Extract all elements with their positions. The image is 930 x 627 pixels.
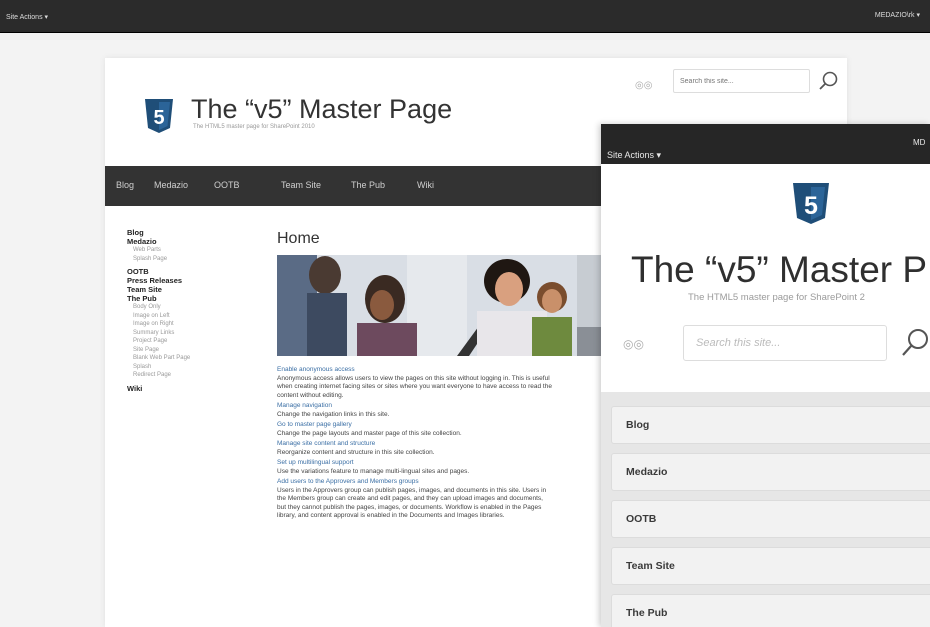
page-title: Home	[277, 230, 320, 247]
link-add-users[interactable]: Add users to the Approvers and Members g…	[277, 478, 553, 487]
leftnav-team-site[interactable]: Team Site	[127, 285, 277, 294]
leftnav-blog[interactable]: Blog	[127, 228, 277, 237]
getting-started-links: Enable anonymous access Anonymous access…	[277, 366, 553, 523]
svg-text:5: 5	[153, 107, 164, 129]
link-manage-navigation[interactable]: Manage navigation	[277, 402, 553, 411]
link-description: Use the variations feature to manage mul…	[277, 467, 470, 475]
ribbon-bar: Site Actions ▾ MEDAZIO\rk ▾	[0, 0, 930, 33]
leftnav-the-pub[interactable]: The Pub	[127, 294, 277, 303]
leftnav-sub-item[interactable]: Splash Page	[127, 255, 277, 264]
nav-item-medazio[interactable]: Medazio	[154, 180, 188, 190]
leftnav-sub-item[interactable]: Redirect Page	[127, 371, 277, 380]
nav-item-the-pub[interactable]: The Pub	[351, 180, 385, 190]
link-manage-site-content[interactable]: Manage site content and structure	[277, 440, 553, 449]
quick-launch: Blog Medazio Web Parts Splash Page OOTB …	[127, 228, 277, 393]
leftnav-ootb[interactable]: OOTB	[127, 267, 277, 276]
mobile-view: Site Actions ▾ MD 5 The “v5” Master P Th…	[601, 124, 930, 627]
mobile-site-actions-menu[interactable]: Site Actions ▾	[607, 150, 661, 161]
link-description: Users in the Approvers group can publish…	[277, 486, 547, 520]
search-icon[interactable]	[899, 327, 929, 359]
site-actions-menu[interactable]: Site Actions ▾	[6, 13, 48, 21]
mobile-ribbon-bar: Site Actions ▾ MD	[601, 124, 930, 164]
nav-item-wiki[interactable]: Wiki	[417, 180, 434, 190]
mobile-nav-ootb[interactable]: OOTB	[611, 500, 930, 538]
leftnav-sub-item[interactable]: Project Page	[127, 337, 277, 346]
svg-text:5: 5	[804, 192, 818, 220]
leftnav-medazio[interactable]: Medazio	[127, 237, 277, 246]
search-input[interactable]	[673, 69, 810, 93]
leftnav-press-releases[interactable]: Press Releases	[127, 276, 277, 285]
mobile-user-menu[interactable]: MD	[913, 138, 925, 147]
search-icon[interactable]	[817, 70, 839, 92]
leftnav-sub-item[interactable]: Web Parts	[127, 246, 277, 255]
mobile-nav-blog[interactable]: Blog	[611, 406, 930, 444]
mobile-nav-the-pub[interactable]: The Pub	[611, 594, 930, 627]
mobile-navigation: Blog Medazio OOTB Team Site The Pub	[601, 392, 930, 627]
site-subtitle: The HTML5 master page for SharePoint 201…	[193, 124, 315, 130]
mobile-nav-team-site[interactable]: Team Site	[611, 547, 930, 585]
main-content: Home Enable anonymous access Anonymous a…	[277, 230, 697, 519]
leftnav-sub-item[interactable]: Body Only	[127, 303, 277, 312]
leftnav-wiki[interactable]: Wiki	[127, 384, 277, 393]
mobile-site-subtitle: The HTML5 master page for SharePoint 2	[688, 292, 865, 303]
mobile-site-title[interactable]: The “v5” Master P	[631, 249, 927, 291]
link-description: Reorganize content and structure in this…	[277, 448, 435, 456]
link-description: Anonymous access allows users to view th…	[277, 374, 552, 399]
leftnav-sub-item[interactable]: Blank Web Part Page	[127, 354, 277, 363]
nav-item-ootb[interactable]: OOTB	[214, 180, 240, 190]
leftnav-sub-item[interactable]: Site Page	[127, 346, 277, 355]
link-description: Change the page layouts and master page …	[277, 429, 462, 437]
user-menu[interactable]: MEDAZIO\rk ▾	[875, 11, 920, 19]
site-title[interactable]: The “v5” Master Page	[191, 94, 452, 125]
html5-shield-icon[interactable]: 5	[791, 182, 831, 225]
link-master-page-gallery[interactable]: Go to master page gallery	[277, 421, 553, 430]
leftnav-sub-item[interactable]: Summary Links	[127, 329, 277, 338]
leftnav-sub-item[interactable]: Splash	[127, 363, 277, 372]
link-description: Change the navigation links in this site…	[277, 410, 390, 418]
leftnav-sub-item[interactable]: Image on Right	[127, 320, 277, 329]
html5-shield-icon[interactable]: 5	[143, 98, 175, 134]
mobile-nav-medazio[interactable]: Medazio	[611, 453, 930, 491]
nav-item-team-site[interactable]: Team Site	[281, 180, 321, 190]
link-multilingual[interactable]: Set up multilingual support	[277, 459, 553, 468]
social-icons[interactable]: ◎◎	[635, 80, 652, 91]
mobile-search-input[interactable]: Search this site...	[683, 325, 887, 361]
nav-item-blog[interactable]: Blog	[116, 180, 134, 190]
leftnav-sub-item[interactable]: Image on Left	[127, 312, 277, 321]
social-icons[interactable]: ◎◎	[623, 337, 644, 351]
link-enable-anonymous[interactable]: Enable anonymous access	[277, 366, 553, 375]
